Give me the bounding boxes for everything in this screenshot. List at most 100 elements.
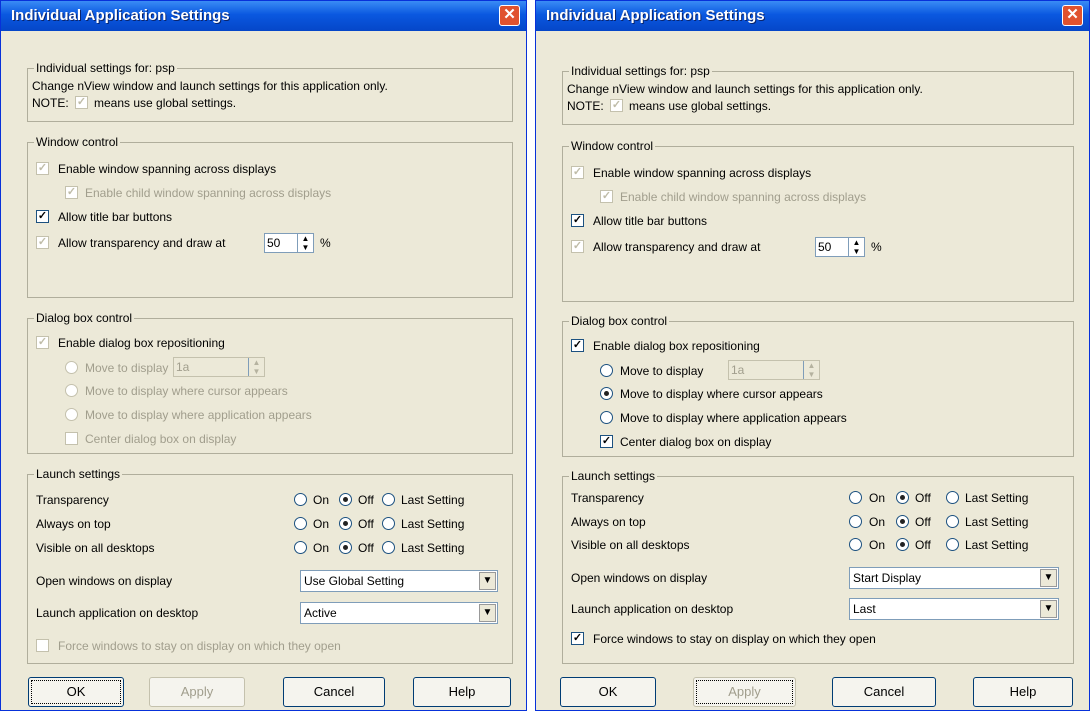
force-checkbox[interactable] <box>36 639 49 652</box>
visible-row-label: Visible on all desktops <box>36 541 155 555</box>
visible-on-radio[interactable] <box>294 541 307 554</box>
child-span-checkbox[interactable]: ✓ <box>65 186 78 199</box>
span-checkbox[interactable]: ✓ <box>571 166 584 179</box>
span-label: Enable window spanning across displays <box>593 166 812 180</box>
launch-settings-group: Launch settings Transparency On Off Last… <box>27 467 513 664</box>
ok-button[interactable]: OK <box>560 677 656 707</box>
force-checkbox[interactable]: ✓ <box>571 632 584 645</box>
move-display-label: Move to display <box>85 361 169 375</box>
transparency-off-label: Off <box>358 493 374 507</box>
cancel-button[interactable]: Cancel <box>283 677 385 707</box>
move-cursor-radio[interactable] <box>65 384 78 397</box>
transparency-last-radio[interactable] <box>946 491 959 504</box>
launch-app-select[interactable]: Active ▼ <box>300 602 498 624</box>
dialog-title: Individual Application Settings <box>546 7 765 24</box>
ok-button[interactable]: OK <box>28 677 124 707</box>
transparency-spinner[interactable]: 50 ▲ ▼ <box>264 233 314 253</box>
transparency-checkbox[interactable]: ✓ <box>571 240 584 253</box>
note-prefix: NOTE: <box>567 99 604 113</box>
spin-arrows-icon[interactable]: ▲ ▼ <box>848 238 864 256</box>
ontop-on-radio[interactable] <box>849 515 862 528</box>
cancel-button[interactable]: Cancel <box>832 677 936 707</box>
ontop-last-radio[interactable] <box>382 517 395 530</box>
titlebar-label: Allow title bar buttons <box>58 210 173 224</box>
open-windows-select[interactable]: Use Global Setting ▼ <box>300 570 498 592</box>
ontop-off-radio[interactable] <box>339 517 352 530</box>
child-span-label: Enable child window spanning across disp… <box>85 186 332 200</box>
note-suffix: means use global settings. <box>94 96 237 110</box>
launch-app-select[interactable]: Last ▼ <box>849 598 1059 620</box>
transparency-on-radio[interactable] <box>849 491 862 504</box>
span-checkbox[interactable]: ✓ <box>36 162 49 175</box>
display-spinner[interactable]: 1a ▲ ▼ <box>173 357 265 377</box>
transparency-on-label: On <box>869 491 886 505</box>
dropdown-arrow-icon[interactable]: ▼ <box>479 604 496 622</box>
ontop-off-radio[interactable] <box>896 515 909 528</box>
dropdown-arrow-icon[interactable]: ▼ <box>1040 569 1057 587</box>
visible-on-radio[interactable] <box>849 538 862 551</box>
spin-arrows-icon[interactable]: ▲ ▼ <box>248 358 264 376</box>
visible-off-label: Off <box>358 541 374 555</box>
ontop-on-label: On <box>869 515 886 529</box>
apply-button[interactable]: Apply <box>693 677 796 707</box>
spin-arrows-icon[interactable]: ▲ ▼ <box>297 234 313 252</box>
ontop-on-radio[interactable] <box>294 517 307 530</box>
center-checkbox[interactable] <box>65 432 78 445</box>
ontop-row-label: Always on top <box>571 515 646 529</box>
titlebar-checkbox[interactable]: ✓ <box>571 214 584 227</box>
child-span-checkbox[interactable]: ✓ <box>600 190 613 203</box>
reposition-checkbox[interactable]: ✓ <box>36 336 49 349</box>
ontop-last-label: Last Setting <box>965 515 1029 529</box>
launch-legend: Launch settings <box>569 469 658 483</box>
move-display-label: Move to display <box>620 364 704 378</box>
visible-on-label: On <box>869 538 886 552</box>
titlebar-checkbox[interactable]: ✓ <box>36 210 49 223</box>
visible-last-label: Last Setting <box>965 538 1029 552</box>
transparency-spinner[interactable]: 50 ▲ ▼ <box>815 237 865 257</box>
close-button[interactable]: ✕ <box>499 5 520 26</box>
visible-last-radio[interactable] <box>382 541 395 554</box>
help-button[interactable]: Help <box>973 677 1073 707</box>
move-cursor-radio[interactable] <box>600 387 613 400</box>
open-windows-select[interactable]: Start Display ▼ <box>849 567 1059 589</box>
move-app-radio[interactable] <box>600 411 613 424</box>
move-display-radio[interactable] <box>600 364 613 377</box>
ontop-last-radio[interactable] <box>946 515 959 528</box>
display-spinner[interactable]: 1a ▲ ▼ <box>728 360 820 380</box>
help-button[interactable]: Help <box>413 677 511 707</box>
ontop-on-label: On <box>313 517 330 531</box>
reposition-label: Enable dialog box repositioning <box>593 339 760 353</box>
move-app-label: Move to display where application appear… <box>620 411 847 425</box>
reposition-label: Enable dialog box repositioning <box>58 336 225 350</box>
move-display-radio[interactable] <box>65 361 78 374</box>
transparency-off-radio[interactable] <box>896 491 909 504</box>
dropdown-arrow-icon[interactable]: ▼ <box>479 572 496 590</box>
header-group: Individual settings for: psp Change nVie… <box>562 64 1074 125</box>
dropdown-arrow-icon[interactable]: ▼ <box>1040 600 1057 618</box>
transparency-value: 50 <box>267 236 281 250</box>
visible-off-radio[interactable] <box>896 538 909 551</box>
center-checkbox[interactable]: ✓ <box>600 435 613 448</box>
transparency-checkbox[interactable]: ✓ <box>36 236 49 249</box>
transparency-last-label: Last Setting <box>965 491 1029 505</box>
visible-last-radio[interactable] <box>946 538 959 551</box>
settings-dialog-right: Individual Application Settings ✕ Indivi… <box>535 0 1090 711</box>
window-control-legend: Window control <box>34 135 121 149</box>
transparency-value: 50 <box>818 240 832 254</box>
launch-app-label: Launch application on desktop <box>36 606 199 620</box>
apply-button[interactable]: Apply <box>149 677 245 707</box>
close-button[interactable]: ✕ <box>1062 5 1083 26</box>
reposition-checkbox[interactable]: ✓ <box>571 339 584 352</box>
move-cursor-label: Move to display where cursor appears <box>85 384 288 398</box>
transparency-on-radio[interactable] <box>294 493 307 506</box>
transparency-last-radio[interactable] <box>382 493 395 506</box>
open-windows-label: Open windows on display <box>571 571 708 585</box>
close-icon: ✕ <box>1066 6 1079 23</box>
transparency-off-radio[interactable] <box>339 493 352 506</box>
spin-arrows-icon[interactable]: ▲ ▼ <box>803 361 819 379</box>
move-app-radio[interactable] <box>65 408 78 421</box>
visible-off-radio[interactable] <box>339 541 352 554</box>
display-value: 1a <box>176 360 190 374</box>
transparency-label: Allow transparency and draw at <box>58 236 226 250</box>
ontop-last-label: Last Setting <box>401 517 465 531</box>
